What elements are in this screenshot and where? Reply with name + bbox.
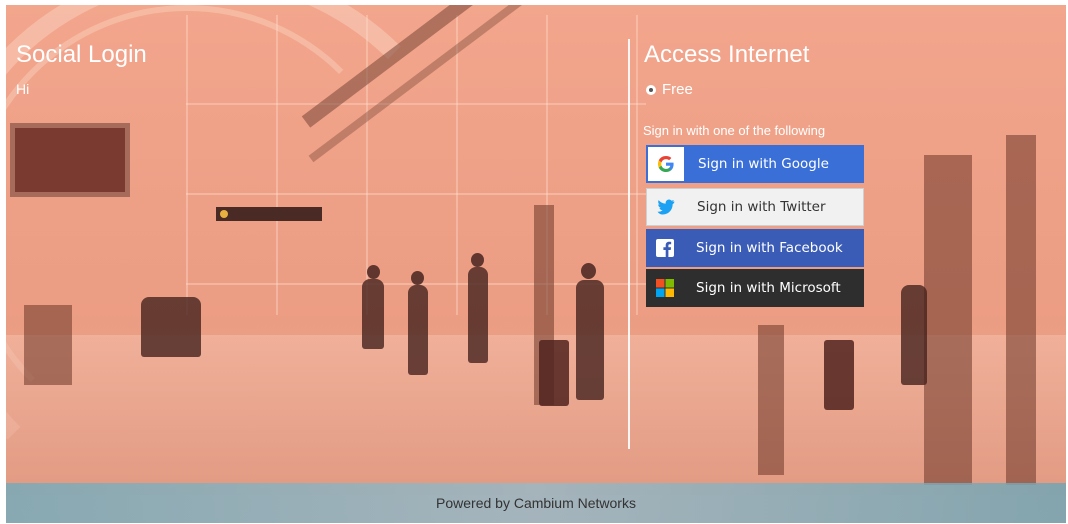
google-icon (648, 147, 684, 181)
microsoft-signin-button[interactable]: Sign in with Microsoft (646, 269, 864, 307)
signin-prompt: Sign in with one of the following (643, 123, 826, 138)
footer-powered-by: Powered by Cambium Networks (436, 495, 636, 511)
microsoft-icon (646, 279, 684, 297)
footer-bar: Powered by Cambium Networks (6, 483, 1066, 523)
background-image (6, 5, 1066, 523)
page-title-access-internet: Access Internet (644, 41, 810, 68)
terminal-sign (216, 207, 322, 221)
facebook-signin-label: Sign in with Facebook (696, 240, 843, 256)
plan-free-label: Free (662, 81, 693, 98)
wall-monitor (10, 123, 130, 197)
google-signin-label: Sign in with Google (698, 156, 829, 172)
microsoft-signin-label: Sign in with Microsoft (696, 280, 841, 296)
twitter-signin-label: Sign in with Twitter (697, 199, 826, 215)
page-title-social-login: Social Login (16, 41, 147, 68)
twitter-signin-button[interactable]: Sign in with Twitter (646, 188, 864, 226)
google-signin-button[interactable]: Sign in with Google (646, 145, 864, 183)
facebook-signin-button[interactable]: Sign in with Facebook (646, 229, 864, 267)
greeting-text: Hi (16, 81, 30, 97)
login-page: Social Login Hi Access Internet Free Sig… (6, 5, 1066, 523)
twitter-icon (647, 199, 685, 215)
plan-free-radio[interactable]: Free (646, 81, 693, 98)
panel-divider (628, 39, 630, 449)
radio-selected-icon[interactable] (646, 84, 656, 95)
facebook-icon (646, 239, 684, 257)
